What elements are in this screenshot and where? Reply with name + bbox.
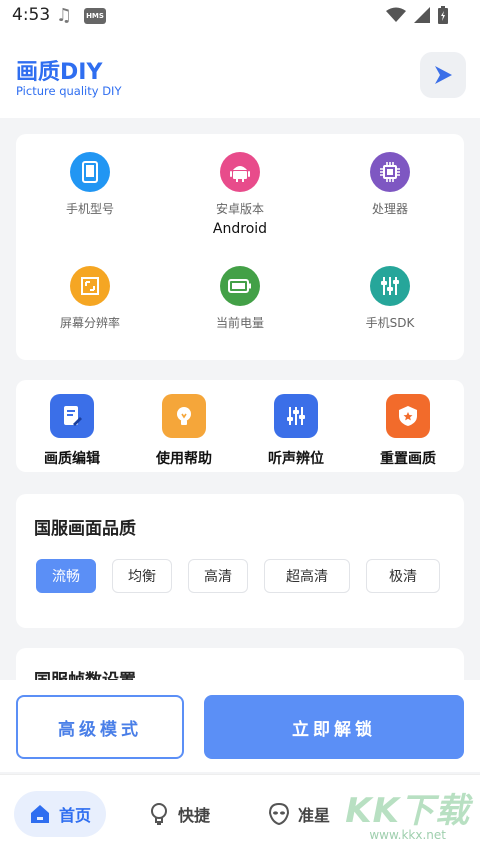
- info-item-sdk: 手机SDK: [320, 266, 460, 335]
- quality-option-ultra[interactable]: 极清: [366, 559, 440, 593]
- home-icon: [30, 805, 49, 823]
- quality-card: 国服画面品质 流畅 均衡 高清 超高清 极清: [16, 494, 464, 628]
- play-icon: [435, 66, 452, 84]
- action-bar: 高级模式 立即解锁: [0, 680, 480, 772]
- quality-option-smooth[interactable]: 流畅: [36, 559, 96, 593]
- app-title: 画质DIY: [16, 60, 103, 85]
- cpu-icon: [370, 152, 410, 192]
- android-icon: [220, 152, 260, 192]
- battery-status-icon: [438, 6, 448, 24]
- tool-reset-quality[interactable]: 重置画质: [352, 394, 464, 468]
- info-value: Android: [212, 221, 268, 237]
- signal-icon: [414, 7, 430, 23]
- battery-icon: [220, 266, 260, 306]
- alien-icon: [268, 802, 290, 826]
- watermark-main: KK下载: [345, 791, 470, 831]
- tool-label: 听声辨位: [268, 451, 324, 467]
- info-item-resolution: 屏幕分辨率: [20, 266, 160, 335]
- advanced-mode-button[interactable]: 高级模式: [16, 695, 184, 759]
- nav-home-label: 首页: [58, 806, 91, 825]
- info-label: 手机SDK: [365, 316, 415, 330]
- device-info-card: 手机型号 安卓版本 Android 处理器 屏幕分辨率 当前电量 手机SDK: [16, 134, 464, 360]
- bulb-outline-icon: [151, 803, 167, 825]
- nav-aim-label: 准星: [298, 806, 331, 825]
- info-item-processor: 处理器: [320, 152, 460, 221]
- tool-sound-locate[interactable]: 听声辨位: [240, 394, 352, 468]
- bulb-icon: [162, 394, 206, 438]
- info-label: 手机型号: [65, 202, 114, 216]
- hms-badge: HMS: [84, 8, 106, 24]
- nav-aim[interactable]: 准星: [268, 791, 330, 837]
- info-item-battery: 当前电量: [170, 266, 310, 335]
- nav-home[interactable]: 首页: [14, 791, 106, 837]
- quality-title: 国服画面品质: [34, 519, 136, 539]
- info-item-phone-model: 手机型号: [20, 152, 160, 221]
- quality-option-uhd[interactable]: 超高清: [264, 559, 350, 593]
- edit-icon: [50, 394, 94, 438]
- tools-card: 画质编辑 使用帮助 听声辨位 重置画质: [16, 380, 464, 472]
- tool-label: 重置画质: [380, 451, 436, 467]
- info-label: 当前电量: [215, 316, 264, 330]
- sdk-icon: [370, 266, 410, 306]
- nav-quick[interactable]: 快捷: [148, 791, 210, 837]
- info-label: 处理器: [371, 202, 408, 216]
- status-bar: 4:53 ♫ HMS: [0, 0, 480, 32]
- equalizer-icon: [274, 394, 318, 438]
- play-button[interactable]: [420, 52, 466, 98]
- shield-icon: [386, 394, 430, 438]
- unlock-button[interactable]: 立即解锁: [204, 695, 464, 759]
- status-icons: [386, 6, 448, 24]
- tool-usage-help[interactable]: 使用帮助: [128, 394, 240, 468]
- tool-label: 画质编辑: [44, 451, 100, 467]
- tool-quality-edit[interactable]: 画质编辑: [16, 394, 128, 468]
- phone-icon: [70, 152, 110, 192]
- wifi-icon: [386, 7, 406, 22]
- nav-quick-label: 快捷: [178, 806, 211, 825]
- tool-label: 使用帮助: [156, 451, 212, 467]
- quality-option-hd[interactable]: 高清: [188, 559, 248, 593]
- status-time: 4:53: [12, 5, 51, 25]
- app-subtitle: Picture quality DIY: [16, 84, 122, 98]
- app-header: 画质DIY Picture quality DIY: [0, 32, 480, 118]
- music-icon: ♫: [56, 5, 73, 26]
- resolution-icon: [70, 266, 110, 306]
- info-label: 安卓版本: [215, 202, 264, 216]
- info-item-android-version: 安卓版本 Android: [170, 152, 310, 237]
- bottom-nav: 首页 快捷 准星 KK下载 www.kkx.net: [0, 774, 480, 855]
- watermark: KK下载 www.kkx.net: [345, 783, 470, 842]
- quality-option-balanced[interactable]: 均衡: [112, 559, 172, 593]
- info-label: 屏幕分辨率: [59, 316, 120, 330]
